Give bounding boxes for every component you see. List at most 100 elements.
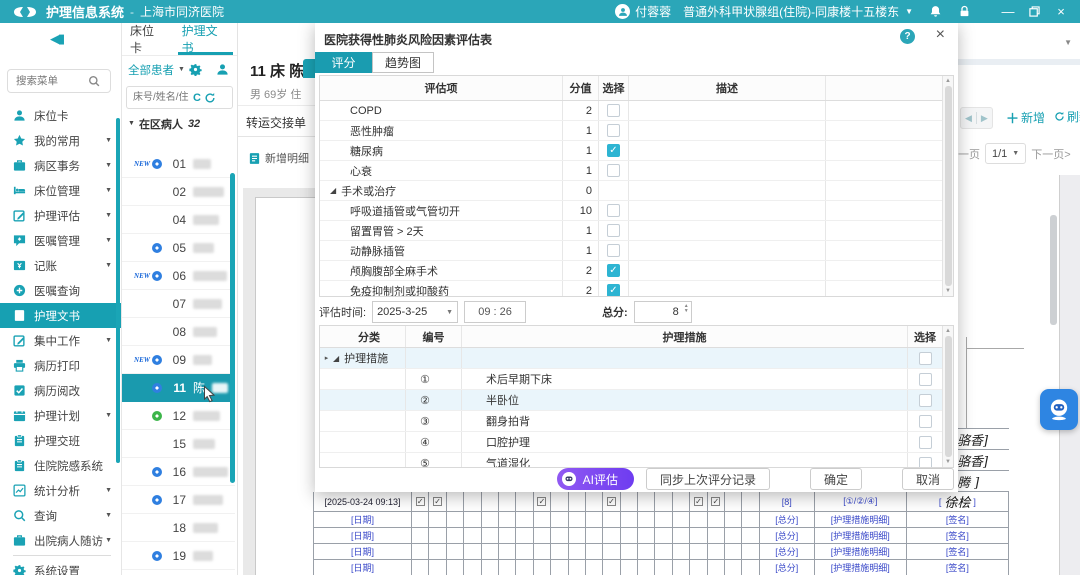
patient-list-scrollbar[interactable] xyxy=(230,173,235,483)
sync-last-score-button[interactable]: 同步上次评分记录 xyxy=(646,468,770,490)
lock-icon[interactable] xyxy=(958,5,971,18)
close-icon[interactable]: × xyxy=(936,26,945,44)
patient-row[interactable]: NEW09 xyxy=(122,346,235,374)
add-button[interactable]: ＋新增 xyxy=(1006,108,1045,127)
checkbox[interactable] xyxy=(607,224,620,237)
cancel-button[interactable]: 取消 xyxy=(902,468,954,490)
sidebar-item-nursing-assessment[interactable]: 护理评估▼ xyxy=(0,203,121,228)
arrow-left-icon[interactable]: ◀ xyxy=(965,113,972,124)
sidebar-item-central-work[interactable]: 集中工作▼ xyxy=(0,328,121,353)
patient-row[interactable]: 04 xyxy=(122,206,235,234)
vertical-scrollbar[interactable]: ▲▼ xyxy=(942,76,953,296)
sidebar-item-record-print[interactable]: 病历打印 xyxy=(0,353,121,378)
patient-row[interactable]: 11陈 xyxy=(122,374,235,402)
sidebar-search-input[interactable] xyxy=(14,74,88,88)
sidebar-collapse-icon[interactable]: ◀▮ xyxy=(50,31,63,47)
page-select[interactable]: 1/1▼ xyxy=(985,143,1026,164)
expand-icon[interactable]: ◢ xyxy=(330,186,336,195)
sidebar-item-bed-management[interactable]: 床位管理▼ xyxy=(0,178,121,203)
sidebar-search[interactable] xyxy=(7,69,111,93)
gear-icon[interactable] xyxy=(189,63,202,76)
next-page-button[interactable]: 下一页> xyxy=(1031,146,1070,162)
patient-row[interactable]: 12 xyxy=(122,402,235,430)
chevron-down-icon[interactable]: ▼ xyxy=(1064,38,1072,47)
patient-search[interactable]: C xyxy=(126,86,233,109)
department-name[interactable]: 普通外科甲状腺组(住院)-同康楼十五楼东 xyxy=(683,3,899,20)
patient-row[interactable]: NEW01 xyxy=(122,150,235,178)
sidebar-item-nursing-plan[interactable]: 护理计划▼ xyxy=(0,403,121,428)
checkbox[interactable] xyxy=(919,394,932,407)
ai-assistant-button[interactable] xyxy=(1040,389,1078,430)
checkbox[interactable] xyxy=(607,124,620,137)
assessment-date-select[interactable]: 2025-3-25▼ xyxy=(372,301,458,323)
patient-row[interactable]: 08 xyxy=(122,318,235,346)
patient-row[interactable]: 02 xyxy=(122,178,235,206)
scrollbar-thumb[interactable] xyxy=(945,336,952,457)
help-icon[interactable]: ? xyxy=(900,29,915,44)
patient-row[interactable]: 19 xyxy=(122,542,235,570)
patient-search-input[interactable] xyxy=(131,91,193,104)
scroll-up-icon[interactable]: ▲ xyxy=(945,78,951,84)
doc-tab-transfer[interactable]: 转运交接单 xyxy=(246,114,306,131)
sidebar-item-infection-system[interactable]: 住院院感系统 xyxy=(0,453,121,478)
minimize-button[interactable]: — xyxy=(1001,4,1015,19)
scroll-down-icon[interactable]: ▼ xyxy=(945,459,951,465)
close-button[interactable]: × xyxy=(1054,4,1068,19)
checkbox[interactable] xyxy=(607,244,620,257)
sidebar-item-system-settings[interactable]: 系统设置 xyxy=(0,558,121,575)
chevron-down-icon[interactable]: ▼ xyxy=(178,66,185,73)
scroll-up-icon[interactable]: ▲ xyxy=(945,328,951,334)
patient-row[interactable]: 17 xyxy=(122,486,235,514)
sidebar-item-query[interactable]: 查询▼ xyxy=(0,503,121,528)
sidebar-item-order-management[interactable]: 医嘱管理▼ xyxy=(0,228,121,253)
checkbox[interactable] xyxy=(919,415,932,428)
checkbox[interactable] xyxy=(607,164,620,177)
checkbox[interactable] xyxy=(607,104,620,117)
bell-icon[interactable] xyxy=(929,5,942,18)
sidebar-item-favorites[interactable]: 我的常用▼ xyxy=(0,128,121,153)
patient-row[interactable]: 15 xyxy=(122,430,235,458)
sidebar-item-shift-handover[interactable]: 护理交班 xyxy=(0,428,121,453)
sidebar-item-discharge-followup[interactable]: 出院病人随访▼ xyxy=(0,528,121,553)
sidebar-item-ward-affairs[interactable]: 病区事务▼ xyxy=(0,153,121,178)
user-avatar[interactable] xyxy=(615,4,630,19)
patient-row[interactable]: 18 xyxy=(122,514,235,542)
sidebar-item-statistics[interactable]: 统计分析▼ xyxy=(0,478,121,503)
scrollbar-thumb[interactable] xyxy=(1050,215,1057,325)
sidebar-item-record-review[interactable]: 病历阅改 xyxy=(0,378,121,403)
checkbox[interactable]: ✓ xyxy=(607,144,620,157)
sidebar-item-order-query[interactable]: 医嘱查询 xyxy=(0,278,121,303)
ai-assess-button[interactable]: AI评估 xyxy=(557,468,634,490)
checkbox[interactable]: ✓ xyxy=(607,264,620,277)
tab-nursing-documents[interactable]: 护理文书 xyxy=(174,23,237,55)
tab-bed-card[interactable]: 床位卡 xyxy=(122,23,174,55)
doc-tab-scroll-arrows[interactable]: ◀▶ xyxy=(960,107,993,129)
patient-group-header[interactable]: ▼ 在区病人 32 xyxy=(122,112,237,135)
sidebar-scrollbar[interactable] xyxy=(116,118,120,463)
patient-row[interactable]: 07 xyxy=(122,290,235,318)
checkbox[interactable] xyxy=(919,457,932,469)
sidebar-item-billing[interactable]: 记账▼ xyxy=(0,253,121,278)
restore-button[interactable] xyxy=(1029,6,1040,17)
user-name[interactable]: 付蓉蓉 xyxy=(635,3,671,20)
scroll-down-icon[interactable]: ▼ xyxy=(945,288,951,294)
add-person-icon[interactable] xyxy=(216,63,229,76)
checkbox[interactable] xyxy=(919,436,932,449)
sidebar-item-nursing-documents[interactable]: 护理文书 xyxy=(0,303,121,328)
assessment-time-input[interactable]: 09 : 26 xyxy=(464,301,526,323)
arrow-right-icon[interactable]: ▶ xyxy=(981,113,988,124)
patient-row[interactable]: NEW06 xyxy=(122,262,235,290)
patient-row[interactable]: 05 xyxy=(122,234,235,262)
vertical-scrollbar[interactable]: ▲▼ xyxy=(942,326,953,467)
prev-page-button[interactable]: 一页 xyxy=(958,146,980,162)
expand-icon[interactable]: ◢ xyxy=(333,354,339,363)
add-detail-button[interactable]: 新增明细 xyxy=(248,150,309,166)
confirm-button[interactable]: 确定 xyxy=(810,468,862,490)
checkbox[interactable] xyxy=(919,352,932,365)
refresh-button[interactable]: 刷新 xyxy=(1054,108,1080,125)
clear-button[interactable]: C xyxy=(193,92,201,104)
checkbox[interactable]: ✓ xyxy=(607,284,620,297)
refresh-icon[interactable] xyxy=(204,92,216,104)
patient-row[interactable]: 16 xyxy=(122,458,235,486)
checkbox[interactable] xyxy=(919,373,932,386)
